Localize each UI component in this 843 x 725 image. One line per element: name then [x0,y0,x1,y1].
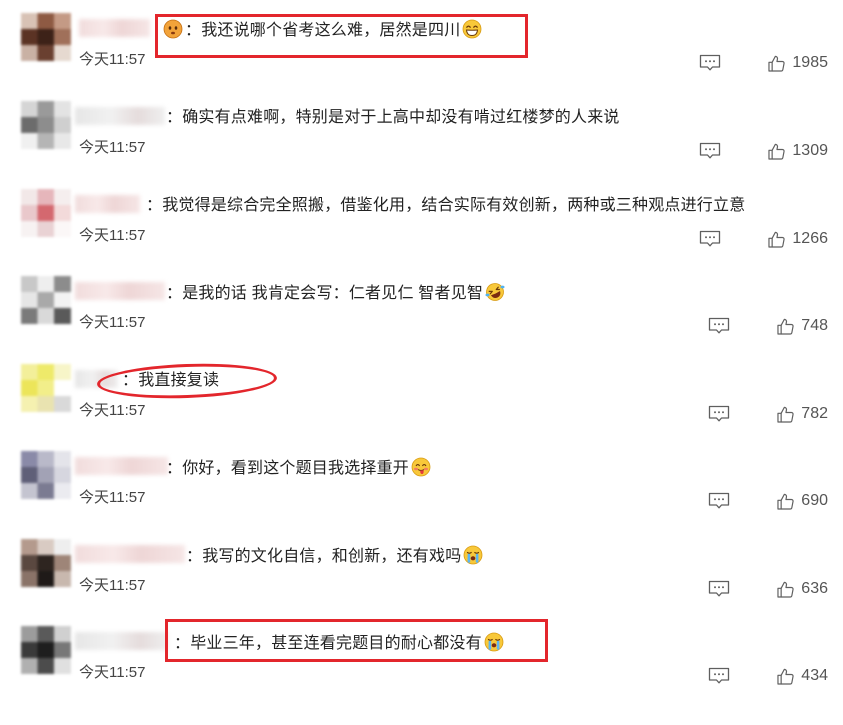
comment-actions: 748 [708,316,828,336]
comment-item: ：确实有点难啊，特别是对于上高中却没有啃过红楼梦的人来说 今天11:57 130… [0,98,843,185]
comment-bubble-icon[interactable] [708,405,730,423]
like-count[interactable]: 1266 [792,229,828,249]
like-count[interactable]: 782 [801,404,828,424]
comment-item: ：我还说哪个省考这么难，居然是四川 今天11:57 1985 [0,10,843,97]
username-blurred[interactable] [75,545,185,563]
comment-actions: 1309 [699,141,828,161]
avatar[interactable] [21,451,71,499]
comment-time: 今天11:57 [79,402,146,419]
face-emoji-icon [163,19,183,39]
like-count[interactable]: 1985 [792,53,828,73]
like-count[interactable]: 1309 [792,141,828,161]
comment-text: ：确实有点难啊，特别是对于上高中却没有啃过红楼梦的人来说 [166,109,620,126]
thumbs-up-icon[interactable] [776,667,795,686]
comment-time: 今天11:57 [79,227,146,244]
comment-time: 今天11:57 [79,314,146,331]
comment-item: ：你好，看到这个题目我选择重开 今天11:57 690 [0,448,843,535]
comment-text: ：是我的话 我肯定会写：仁者见仁 智者见智 [166,285,484,302]
comment-bubble-icon[interactable] [708,667,730,685]
comment-item: ：我觉得是综合完全照搬，借鉴化用，结合实际有效创新，两种或三种观点进行立意 今天… [0,186,843,273]
username-blurred[interactable] [75,195,140,213]
comment-body: ：我觉得是综合完全照搬，借鉴化用，结合实际有效创新，两种或三种观点进行立意 [146,195,745,217]
comment-bubble-icon[interactable] [708,580,730,598]
comment-bubble-icon[interactable] [699,54,721,72]
thumbs-up-icon[interactable] [776,405,795,424]
avatar[interactable] [21,101,71,149]
comment-time: 今天11:57 [79,489,146,506]
comment-text: ：你好，看到这个题目我选择重开 [166,460,410,477]
comment-actions: 1266 [699,229,828,249]
comment-text: ：我直接复读 [122,372,220,389]
comment-actions: 636 [708,579,828,599]
comment-actions: 434 [708,666,828,686]
avatar[interactable] [21,13,71,61]
comment-text: ：毕业三年，甚至连看完题目的耐心都没有 [174,635,482,652]
comment-text: ：我觉得是综合完全照搬，借鉴化用，结合实际有效创新，两种或三种观点进行立意 [146,197,746,214]
avatar[interactable] [21,276,71,324]
comment-item: ：我直接复读 今天11:57 782 [0,361,843,448]
comment-text: ：我还说哪个省考这么难，居然是四川 [185,22,461,39]
comment-bubble-icon[interactable] [699,230,721,248]
comment-actions: 690 [708,491,828,511]
comment-time: 今天11:57 [79,51,146,68]
thumbs-up-icon[interactable] [776,492,795,511]
thumbs-up-icon[interactable] [776,317,795,336]
avatar[interactable] [21,364,71,412]
username-blurred[interactable] [75,282,165,300]
thumbs-up-icon[interactable] [767,230,786,249]
rolling-laughing-emoji-icon [485,282,505,302]
loudly-crying-emoji-icon [463,545,483,565]
username-blurred[interactable] [75,457,168,475]
comment-actions: 1985 [699,53,828,73]
comment-body: ：我写的文化自信，和创新，还有戏吗 [186,545,483,567]
comment-bubble-icon[interactable] [708,492,730,510]
comment-time: 今天11:57 [79,664,146,681]
comment-time: 今天11:57 [79,139,146,156]
avatar[interactable] [21,189,71,237]
like-count[interactable]: 748 [801,316,828,336]
comment-body: ：我直接复读 [122,370,219,392]
thumbs-up-icon[interactable] [767,142,786,161]
username-blurred[interactable] [75,632,168,650]
comment-list: ：我还说哪个省考这么难，居然是四川 今天11:57 1985 ：确实有点难啊，特… [0,0,843,725]
comment-body: ：是我的话 我肯定会写：仁者见仁 智者见智 [166,282,505,304]
comment-actions: 782 [708,404,828,424]
like-count[interactable]: 636 [801,579,828,599]
avatar[interactable] [21,626,71,674]
thumbs-up-icon[interactable] [767,54,786,73]
comment-body: ：毕业三年，甚至连看完题目的耐心都没有 [174,632,504,654]
comment-item: ：毕业三年，甚至连看完题目的耐心都没有 今天11:57 434 [0,623,843,710]
avatar[interactable] [21,539,71,587]
thumbs-up-icon[interactable] [776,580,795,599]
like-count[interactable]: 690 [801,491,828,511]
comment-body: ：我还说哪个省考这么难，居然是四川 [163,19,482,41]
comment-item: ：是我的话 我肯定会写：仁者见仁 智者见智 今天11:57 748 [0,273,843,360]
username-blurred[interactable] [75,370,118,388]
loudly-crying-emoji-icon [484,632,504,652]
comment-item: ：我写的文化自信，和创新，还有戏吗 今天11:57 636 [0,536,843,623]
yum-tongue-emoji-icon [411,457,431,477]
comment-bubble-icon[interactable] [699,142,721,160]
comment-body: ：确实有点难啊，特别是对于上高中却没有啃过红楼梦的人来说 [166,107,620,129]
comment-time: 今天11:57 [79,577,146,594]
comment-body: ：你好，看到这个题目我选择重开 [166,457,431,479]
grinning-squint-emoji-icon [462,19,482,39]
like-count[interactable]: 434 [801,666,828,686]
username-blurred[interactable] [79,19,150,37]
comment-bubble-icon[interactable] [708,317,730,335]
comment-text: ：我写的文化自信，和创新，还有戏吗 [186,548,462,565]
username-blurred[interactable] [75,107,165,125]
